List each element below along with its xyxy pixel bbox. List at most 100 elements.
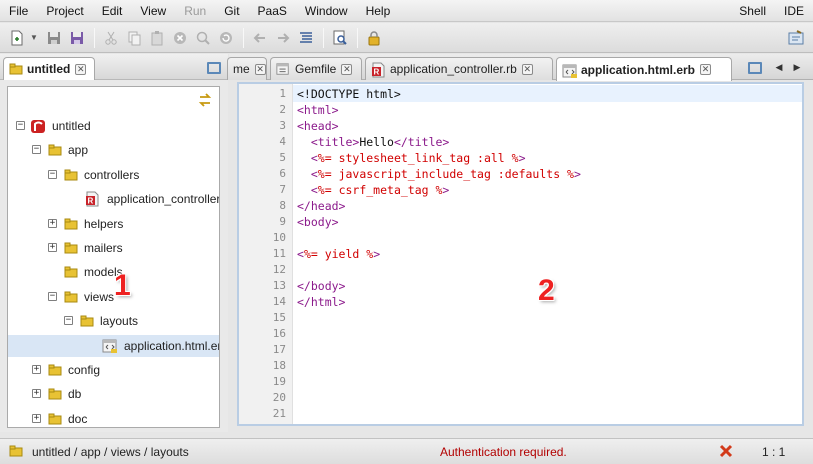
tree-row[interactable]: − controllers: [8, 164, 219, 186]
preview-icon[interactable]: [329, 27, 351, 49]
status-bar: untitled / app / views / layouts Authent…: [0, 438, 813, 464]
maximize-editor-icon[interactable]: [748, 62, 762, 74]
collapse-icon[interactable]: −: [64, 316, 73, 326]
expand-icon[interactable]: +: [48, 218, 57, 228]
collapse-icon[interactable]: −: [32, 145, 41, 155]
line-number: 14: [272, 295, 286, 308]
back-arrow-icon[interactable]: [249, 27, 271, 49]
tree-row[interactable]: + doc: [8, 408, 219, 427]
menu-git[interactable]: Git: [215, 0, 248, 22]
expand-icon[interactable]: +: [48, 243, 57, 252]
delete-icon[interactable]: [169, 27, 191, 49]
lock-icon[interactable]: [363, 27, 385, 49]
tree-row[interactable]: − layouts: [8, 310, 219, 332]
code-token: <: [310, 183, 318, 197]
paste-icon[interactable]: [146, 27, 168, 49]
code-token: >: [373, 247, 381, 261]
editor-tab-bar: me ✕ Gemfile ✕ Rapplication_controller.rb ✕ ap…: [227, 54, 813, 81]
menu-run[interactable]: Run: [175, 0, 215, 22]
close-icon[interactable]: ✕: [521, 63, 533, 75]
close-icon[interactable]: ✕: [254, 63, 266, 75]
collapse-icon[interactable]: −: [48, 169, 57, 179]
find-icon[interactable]: [192, 27, 214, 49]
code-editor[interactable]: 1 2 3 4 5 6 7 8 9 10 11 12 13 14 15 16 17 18 19 20 21 <!DOCT…: [237, 82, 804, 426]
new-file-icon[interactable]: [6, 27, 28, 49]
menu-project[interactable]: Project: [37, 0, 92, 22]
code-token: </body>: [297, 279, 346, 293]
menu-bar: File Project Edit View Run Git PaaS Window Help S…: [0, 0, 813, 22]
editor-tab[interactable]: Gemfile ✕: [270, 57, 362, 80]
expand-icon[interactable]: +: [32, 413, 41, 423]
close-icon[interactable]: ✕: [75, 63, 87, 75]
code-token: </html>: [297, 295, 346, 309]
refresh-icon[interactable]: [215, 27, 237, 49]
code-line: <%= stylesheet_link_tag :all %>: [297, 150, 526, 166]
format-code-icon[interactable]: [295, 27, 317, 49]
code-line: </html>: [297, 294, 345, 310]
folder-icon: [48, 388, 62, 400]
tree-row[interactable]: application.html.erb: [8, 334, 220, 357]
tree-item-label: config: [68, 363, 101, 377]
menu-file[interactable]: File: [0, 0, 37, 22]
project-tab-label: untitled: [27, 62, 71, 76]
tree-row[interactable]: + config: [8, 359, 219, 381]
code-line: <head>: [297, 118, 339, 134]
cursor-position: 1 : 1: [762, 445, 786, 459]
tree-row[interactable]: + db: [8, 383, 219, 405]
link-with-editor-icon[interactable]: [197, 92, 213, 111]
collapse-icon[interactable]: −: [16, 121, 25, 130]
tree-item-label: application.html.erb: [124, 338, 220, 353]
tree-item-label: db: [68, 387, 82, 402]
code-token: <head>: [297, 119, 339, 133]
menu-shell[interactable]: Shell: [730, 0, 775, 22]
save-icon[interactable]: [43, 27, 65, 49]
tree-row[interactable]: − untitled: [8, 115, 219, 137]
tabs-scroll-right-icon[interactable]: ▶: [789, 59, 805, 75]
menu-window[interactable]: Window: [296, 0, 357, 22]
folder-icon: [64, 242, 78, 254]
code-line: <body>: [297, 214, 339, 230]
editor-tab[interactable]: me ✕: [227, 57, 267, 80]
cut-icon[interactable]: [100, 27, 122, 49]
settings-icon[interactable]: [785, 27, 807, 49]
tree-row[interactable]: + mailers: [8, 237, 219, 259]
close-icon[interactable]: ✕: [700, 64, 712, 75]
tree-row[interactable]: + helpers: [8, 213, 219, 235]
new-file-dropdown-icon[interactable]: ▼: [29, 27, 39, 49]
menu-help[interactable]: Help: [357, 0, 400, 22]
tree-row[interactable]: Rapplication_controller.rb: [8, 188, 219, 210]
code-token: %= yield %: [303, 247, 374, 261]
close-icon[interactable]: ✕: [341, 63, 353, 75]
maximize-icon[interactable]: [207, 62, 221, 74]
collapse-icon[interactable]: −: [48, 291, 57, 301]
save-all-icon[interactable]: [66, 27, 88, 49]
error-icon[interactable]: [719, 444, 733, 461]
expand-icon[interactable]: +: [32, 365, 41, 374]
line-number: 21: [272, 407, 286, 420]
status-folder-icon: [9, 445, 23, 460]
menu-paas[interactable]: PaaS: [249, 0, 296, 22]
menu-ide[interactable]: IDE: [775, 0, 813, 22]
copy-icon[interactable]: [123, 27, 145, 49]
folder-icon: [48, 364, 62, 376]
forward-arrow-icon[interactable]: [272, 27, 294, 49]
editor-tab[interactable]: application.html.erb ✕: [556, 57, 732, 81]
line-number: 18: [272, 359, 286, 372]
line-number: 7: [279, 183, 286, 196]
menu-edit[interactable]: Edit: [93, 0, 132, 22]
folder-icon: [64, 291, 78, 303]
toolbar-separator: [94, 27, 95, 48]
line-number: 20: [272, 391, 286, 404]
code-token: </head>: [297, 199, 346, 213]
folder-icon: [64, 266, 78, 278]
html-file-icon: [562, 63, 577, 78]
tree-row[interactable]: − app: [8, 139, 219, 161]
editor-tab[interactable]: Rapplication_controller.rb ✕: [365, 57, 553, 80]
expand-icon[interactable]: +: [32, 389, 41, 399]
menu-view[interactable]: View: [131, 0, 175, 22]
tabs-scroll-left-icon[interactable]: ◀: [771, 59, 787, 75]
tab-project-untitled[interactable]: untitled ✕: [3, 57, 95, 80]
line-number: 6: [279, 167, 286, 180]
editor-tab-label: me: [233, 62, 250, 76]
